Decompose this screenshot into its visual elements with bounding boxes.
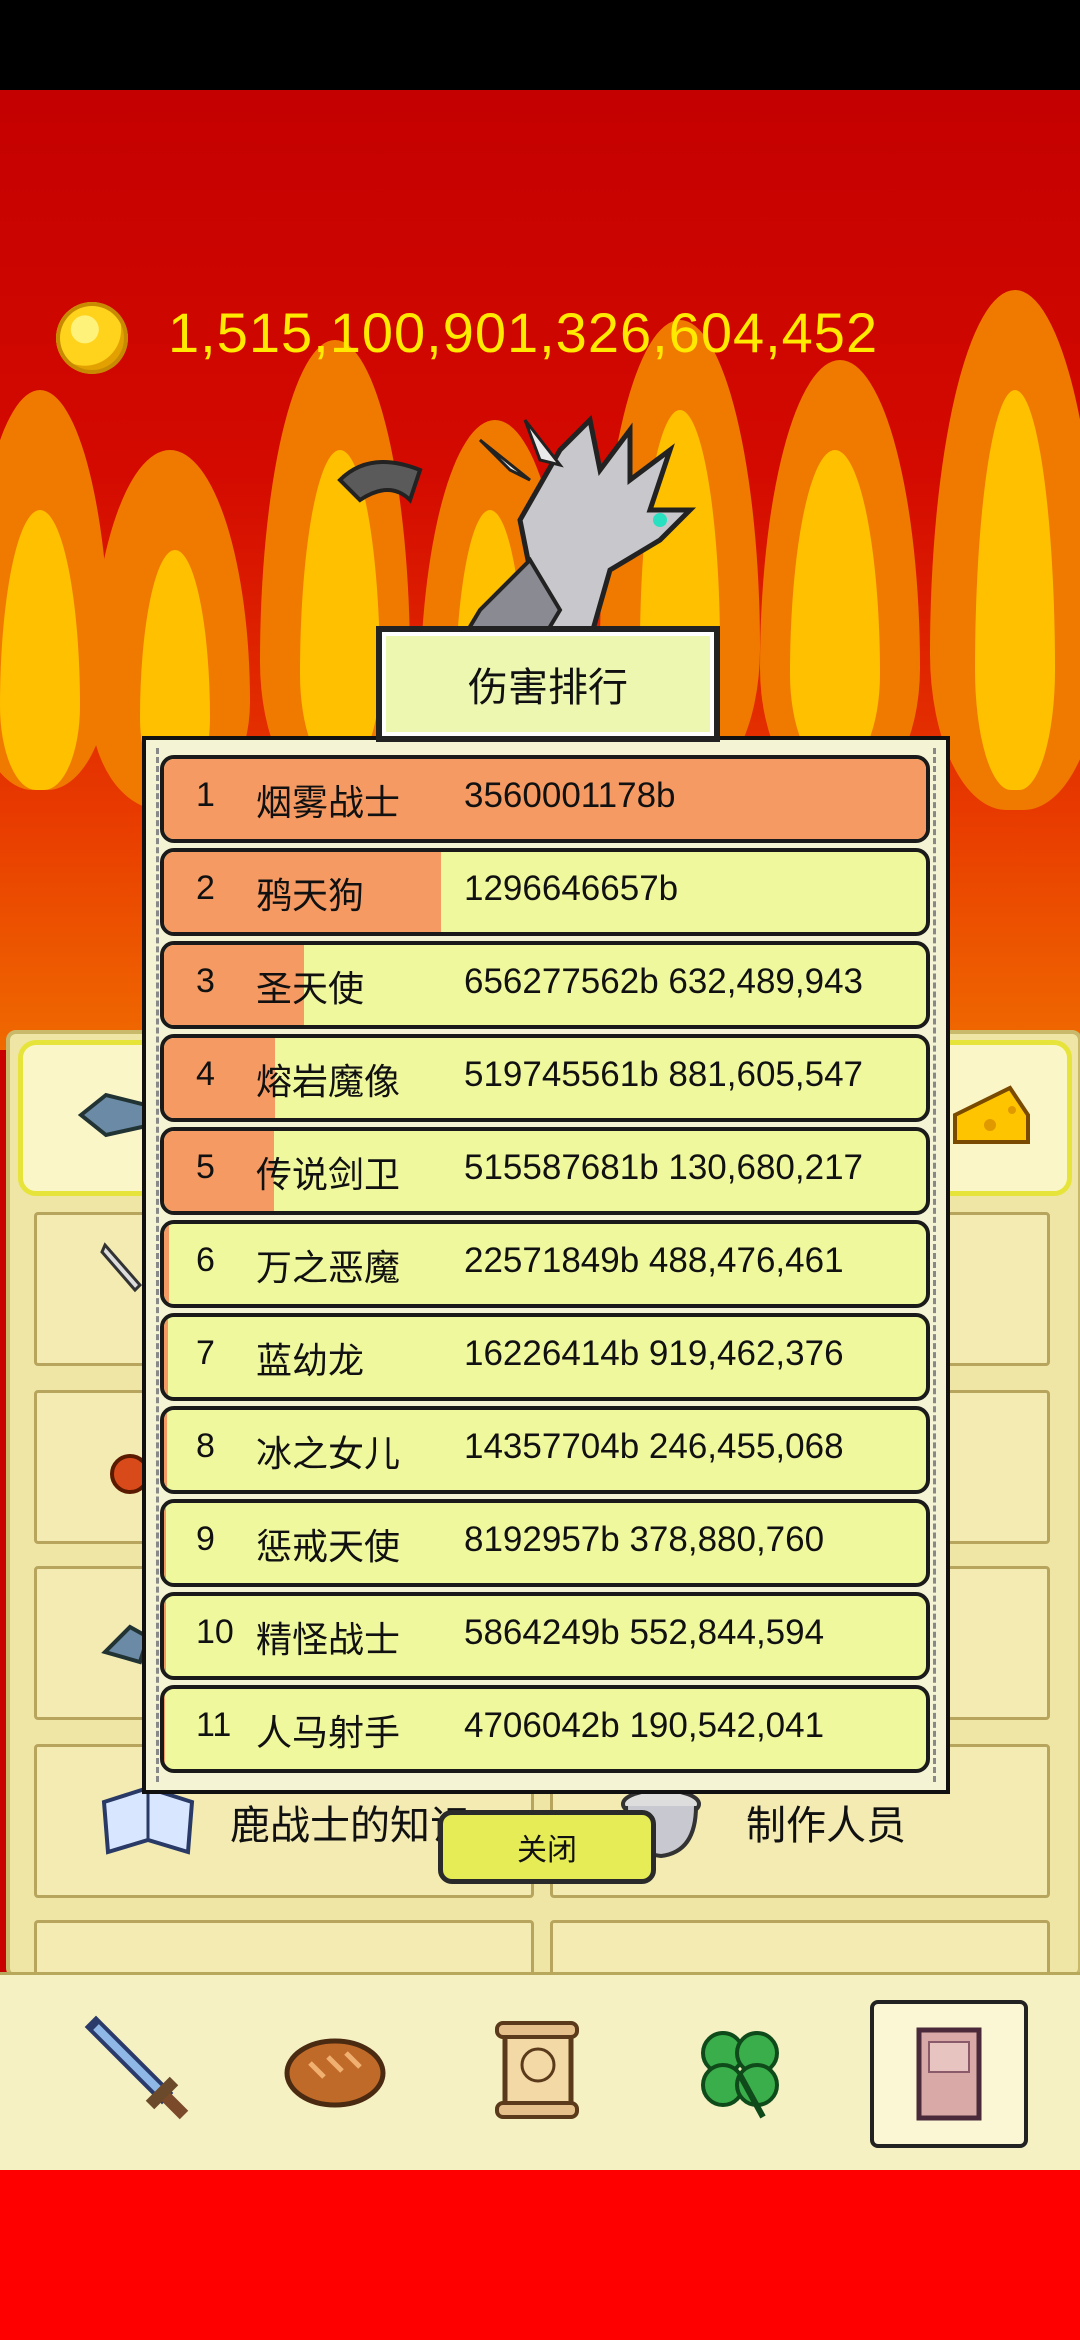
ranking-row: 11 人马射手 4706042b 190,542,041 <box>160 1685 930 1773</box>
damage-score: 8192957b 378,880,760 <box>464 1520 825 1559</box>
ranking-row: 3 圣天使 656277562b 632,489,943 <box>160 941 930 1029</box>
damage-score: 22571849b 488,476,461 <box>464 1241 844 1280</box>
damage-score: 14357704b 246,455,068 <box>464 1427 844 1466</box>
menu-cell[interactable] <box>940 1212 1050 1366</box>
close-button[interactable]: 关闭 <box>438 1810 656 1884</box>
rank-number: 3 <box>196 962 215 1000</box>
damage-bar <box>164 1224 169 1304</box>
scroll-icon <box>495 2021 579 2119</box>
hero-name: 鸦天狗 <box>256 876 365 917</box>
gold-coin-icon <box>56 302 128 374</box>
damage-score: 519745561b 881,605,547 <box>464 1055 864 1094</box>
ranking-row: 2 鸦天狗 1296646657b <box>160 848 930 936</box>
rank-number: 10 <box>196 1613 234 1651</box>
rank-number: 5 <box>196 1148 215 1186</box>
rank-number: 8 <box>196 1427 215 1465</box>
damage-score: 16226414b 919,462,376 <box>464 1334 844 1373</box>
rank-number: 7 <box>196 1334 215 1372</box>
ranking-row: 10 精怪战士 5864249b 552,844,594 <box>160 1592 930 1680</box>
damage-bar <box>164 1317 168 1397</box>
menu-cell[interactable] <box>940 1566 1050 1720</box>
rank-number: 4 <box>196 1055 215 1093</box>
rank-number: 1 <box>196 776 215 814</box>
rank-number: 11 <box>196 1706 232 1744</box>
ranking-row: 9 惩戒天使 8192957b 378,880,760 <box>160 1499 930 1587</box>
nav-tab-sword[interactable] <box>64 2000 214 2140</box>
damage-score: 1296646657b <box>464 869 679 908</box>
damage-score: 515587681b 130,680,217 <box>464 1148 864 1187</box>
credits-label: 制作人员 <box>746 1803 906 1849</box>
damage-score: 656277562b 632,489,943 <box>464 962 864 1001</box>
ranking-row: 5 传说剑卫 515587681b 130,680,217 <box>160 1127 930 1215</box>
damage-score: 4706042b 190,542,041 <box>464 1706 825 1745</box>
hero-name: 蓝幼龙 <box>256 1341 365 1382</box>
status-bar <box>0 0 1080 90</box>
ranking-row: 6 万之恶魔 22571849b 488,476,461 <box>160 1220 930 1308</box>
damage-bar <box>164 1503 166 1583</box>
footer-area <box>0 2170 1080 2340</box>
hero-name: 圣天使 <box>256 969 365 1010</box>
hero-name: 人马射手 <box>256 1713 401 1754</box>
nav-tab-scroll[interactable] <box>462 2000 612 2140</box>
rank-number: 9 <box>196 1520 215 1558</box>
hero-name: 熔岩魔像 <box>256 1062 401 1103</box>
clover-icon <box>701 2031 779 2119</box>
damage-bar <box>164 1596 166 1676</box>
cheese-icon <box>953 1085 1030 1144</box>
rank-number: 6 <box>196 1241 215 1279</box>
hero-name: 精怪战士 <box>256 1620 401 1661</box>
nav-tab-book[interactable] <box>870 2000 1028 2148</box>
dialog-title: 伤害排行 <box>376 626 720 742</box>
book-icon <box>916 2027 982 2121</box>
menu-cell[interactable] <box>940 1390 1050 1544</box>
damage-bar <box>164 1689 165 1769</box>
ranking-row: 8 冰之女儿 14357704b 246,455,068 <box>160 1406 930 1494</box>
nav-tab-clover[interactable] <box>665 2000 815 2140</box>
ranking-row: 1 烟雾战士 3560001178b <box>160 755 930 843</box>
damage-score: 5864249b 552,844,594 <box>464 1613 825 1652</box>
hero-name: 惩戒天使 <box>256 1527 401 1568</box>
bread-icon <box>284 2038 386 2108</box>
knowledge-label: 鹿战士的知识 <box>230 1803 470 1849</box>
ranking-row: 7 蓝幼龙 16226414b 919,462,376 <box>160 1313 930 1401</box>
nav-tab-bread[interactable] <box>260 2000 410 2140</box>
hero-name: 烟雾战士 <box>256 783 401 824</box>
damage-score: 3560001178b <box>464 776 676 815</box>
damage-bar <box>164 1410 168 1490</box>
sword-icon <box>84 2015 189 2120</box>
hero-name: 传说剑卫 <box>256 1155 401 1196</box>
rank-number: 2 <box>196 869 215 907</box>
ranking-row: 4 熔岩魔像 519745561b 881,605,547 <box>160 1034 930 1122</box>
hero-name: 万之恶魔 <box>256 1248 401 1289</box>
hero-name: 冰之女儿 <box>256 1434 401 1475</box>
coin-amount: 1,515,100,901,326,604,452 <box>168 301 879 364</box>
